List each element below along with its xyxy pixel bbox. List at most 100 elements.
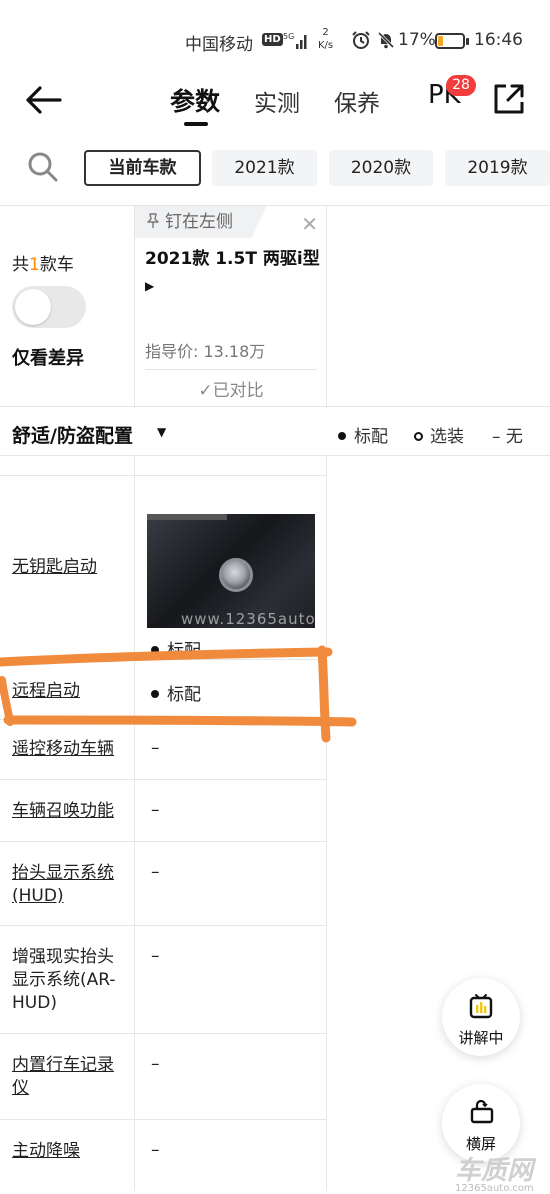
top-nav: 参数 实测 保养 PK 28 [0, 70, 550, 130]
tab-maintenance[interactable]: 保养 [334, 84, 380, 118]
year-chip-current[interactable]: 当前车款 [84, 150, 201, 186]
row-value-text: – [151, 946, 160, 966]
table-row-partial [0, 456, 327, 476]
row-label-text: 内置行车记录仪 [12, 1055, 114, 1098]
explain-label: 讲解中 [458, 1029, 504, 1047]
row-value-text: – [151, 862, 160, 882]
row-value: – [135, 1120, 327, 1191]
clock: 16:46 [474, 30, 523, 50]
row-label-text: 车辆召唤功能 [12, 801, 114, 821]
photo-watermark: www.12365auto.com [181, 610, 315, 628]
back-arrow-icon[interactable] [24, 84, 64, 116]
tab-tests[interactable]: 实测 [254, 84, 300, 118]
network-speed-value: 2 [322, 27, 329, 38]
row-label[interactable]: 无钥匙启动 [0, 476, 135, 659]
row-value-text: – [151, 1054, 160, 1074]
car-compare-header: 共1款车 仅看差异 钉在左侧 ✕ 2021款 1.5T 两驱i型 ▶ 指导价: … [0, 205, 550, 408]
active-tab-indicator [184, 122, 208, 126]
row-value: – [135, 720, 327, 779]
section-header[interactable]: 舒适/防盗配置 ▼ 标配 选装 – 无 [0, 408, 550, 456]
mute-bell-icon [377, 31, 395, 49]
row-value: 标配 [135, 660, 327, 719]
table-row: 车辆召唤功能 – [0, 780, 327, 842]
status-bar: 中国移动 HD 5G 2 K/s 17% 16:46 [0, 0, 550, 80]
filled-dot-icon [338, 432, 346, 440]
row-value: – [135, 780, 327, 841]
car-name[interactable]: 2021款 1.5T 两驱i型 ▶ [145, 246, 320, 299]
legend-optional-label: 选装 [430, 427, 464, 447]
pk-count-badge: 28 [446, 75, 476, 96]
legend-none-label: 无 [505, 427, 523, 447]
tab-params[interactable]: 参数 [170, 82, 220, 118]
pin-left-button[interactable]: 钉在左侧 [135, 206, 267, 238]
table-row: 无钥匙启动 www.12365auto.com 标配 [0, 476, 327, 661]
row-value: – [135, 1034, 327, 1119]
filled-dot-icon [151, 690, 159, 698]
battery-icon [435, 33, 469, 49]
row-label[interactable]: 车辆召唤功能 [0, 780, 135, 841]
row-value-text: – [151, 800, 160, 820]
explain-button[interactable]: 讲解中 [442, 978, 520, 1056]
close-icon[interactable]: ✕ [301, 212, 318, 236]
row-label[interactable]: 远程启动 [0, 660, 135, 719]
pin-icon [147, 213, 159, 228]
row-label-text: 远程启动 [12, 681, 80, 701]
compared-label: 已对比 [212, 381, 264, 401]
year-chip-2021[interactable]: 2021款 [212, 150, 317, 186]
site-watermark-name: 车质网 [455, 1156, 534, 1186]
filled-dot-icon [151, 646, 159, 654]
network-speed: 2 K/s [318, 26, 333, 52]
network-speed-unit: K/s [318, 40, 334, 51]
table-row: 内置行车记录仪 – [0, 1034, 327, 1120]
svg-text:5G: 5G [283, 32, 294, 41]
legend-none: – 无 [492, 427, 523, 447]
row-value: – [135, 926, 327, 1033]
guide-price: 指导价: 13.18万 [145, 342, 266, 361]
row-label-text: 抬头显示系统(HUD) [12, 863, 114, 906]
tv-icon [469, 994, 493, 1019]
year-chip-2019[interactable]: 2019款 [445, 150, 550, 186]
diff-only-toggle[interactable] [12, 286, 86, 328]
share-icon[interactable] [492, 82, 526, 116]
signal-icon: 5G [283, 32, 307, 49]
alarm-icon [352, 31, 370, 49]
site-watermark: 车质网 12365auto.com [455, 1150, 550, 1194]
car-name-text: 2021款 1.5T 两驱i型 [145, 249, 320, 269]
row-value-text: 标配 [151, 680, 201, 705]
table-row: 增强现实抬头显示系统(AR-HUD) – [0, 926, 327, 1034]
row-label: 增强现实抬头显示系统(AR-HUD) [0, 926, 135, 1033]
legend-standard: 标配 [338, 422, 388, 447]
legend-standard-label: 标配 [354, 427, 388, 447]
site-watermark-url: 12365auto.com [455, 1183, 534, 1194]
diff-only-label: 仅看差异 [12, 348, 84, 369]
table-row: 远程启动 标配 [0, 660, 327, 720]
carrier-label: 中国移动 [185, 35, 253, 55]
car-column: 钉在左侧 ✕ 2021款 1.5T 两驱i型 ▶ 指导价: 13.18万 ✓已对… [135, 206, 327, 408]
row-label-text: 主动降噪 [12, 1141, 80, 1161]
car-count-prefix: 共 [12, 255, 29, 275]
row-label-text: 增强现实抬头显示系统(AR-HUD) [12, 947, 116, 1013]
row-value-text: 标配 [151, 636, 201, 661]
row-label[interactable]: 主动降噪 [0, 1120, 135, 1191]
year-chip-2020[interactable]: 2020款 [329, 150, 433, 186]
row-value: – [135, 842, 327, 925]
table-row: 抬头显示系统(HUD) – [0, 842, 327, 926]
search-icon[interactable] [26, 150, 60, 184]
battery-percent: 17% [398, 30, 436, 50]
compared-button[interactable]: ✓已对比 [145, 369, 317, 401]
check-icon: ✓ [198, 381, 213, 401]
row-value-text: – [151, 1140, 160, 1160]
car-name-arrow-icon: ▶ [145, 279, 155, 293]
row-value-text: – [151, 738, 160, 758]
pin-label: 钉在左侧 [165, 212, 233, 232]
car-count: 共1款车 [12, 250, 74, 275]
feature-photo[interactable]: www.12365auto.com [147, 514, 315, 628]
legend-optional: 选装 [414, 422, 464, 447]
row-label[interactable]: 抬头显示系统(HUD) [0, 842, 135, 925]
caret-down-icon: ▼ [157, 425, 167, 439]
start-button-image [219, 558, 253, 592]
row-label[interactable]: 内置行车记录仪 [0, 1034, 135, 1119]
hollow-dot-icon [414, 432, 423, 441]
row-label[interactable]: 遥控移动车辆 [0, 720, 135, 779]
hd-icon: HD [262, 33, 283, 46]
